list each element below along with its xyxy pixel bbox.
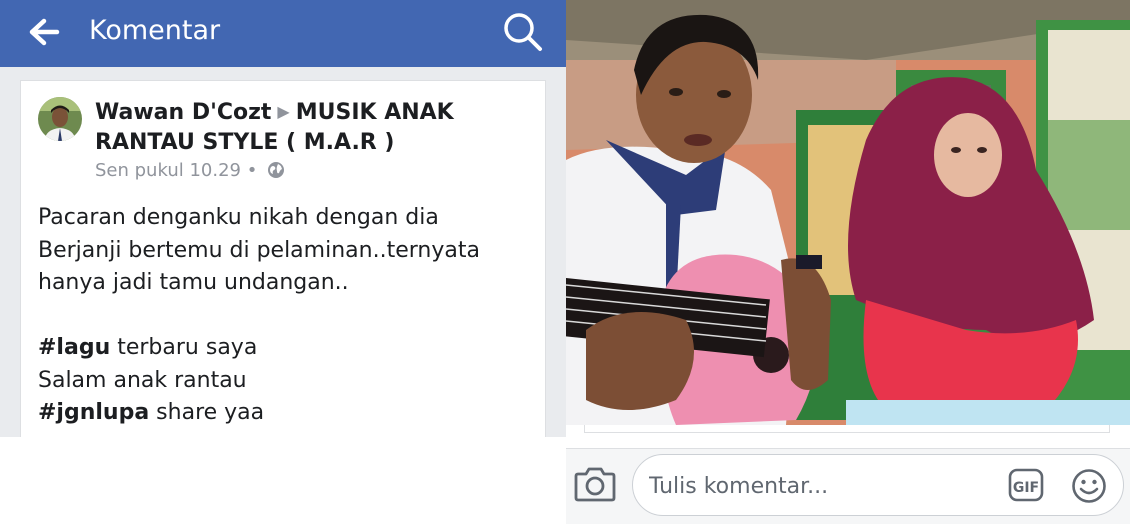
camera-icon[interactable] (574, 465, 616, 503)
gif-label: GIF (1013, 480, 1039, 496)
shared-to-arrow-icon: ▶ (277, 102, 290, 121)
post-line: hanya jadi tamu undangan.. (38, 270, 349, 295)
avatar-image (38, 97, 82, 141)
post-meta: Sen pukul 10.29 • (95, 159, 285, 183)
post-card-bottom-edge (584, 425, 1110, 433)
smiley-icon[interactable] (1071, 468, 1107, 504)
post-line: Berjanji bertemu di pelaminan..ternyata (38, 237, 480, 263)
comment-input[interactable] (649, 473, 989, 501)
post-line-rest: share yaa (149, 400, 265, 425)
blank-area (0, 437, 566, 524)
globe-icon (268, 162, 285, 178)
arrow-left-icon[interactable] (28, 17, 60, 47)
gif-button[interactable]: GIF (1008, 468, 1044, 502)
post-body: Pacaran denganku nikah dengan dia Berjan… (38, 202, 480, 430)
meta-separator: • (246, 160, 258, 181)
post-header: Wawan D'Cozt ▶ MUSIK ANAK RANTAU STYLE ( M… (95, 97, 535, 158)
post-timestamp[interactable]: Sen pukul 10.29 (95, 160, 241, 181)
page-title: Komentar (89, 15, 221, 46)
post-line: Salam anak rantau (38, 367, 247, 393)
author-name[interactable]: Wawan D'Cozt (95, 100, 271, 125)
search-icon[interactable] (500, 9, 546, 53)
hashtag-link[interactable]: #lagu (38, 335, 110, 360)
top-bar: Komentar (0, 0, 566, 67)
post-video[interactable] (566, 0, 1130, 425)
author-avatar[interactable] (38, 97, 82, 141)
video-frame (566, 0, 1130, 425)
hashtag-link[interactable]: #jgnlupa (38, 400, 149, 425)
post-line-rest: terbaru saya (110, 335, 258, 360)
post-line: Pacaran denganku nikah dengan dia (38, 205, 439, 230)
